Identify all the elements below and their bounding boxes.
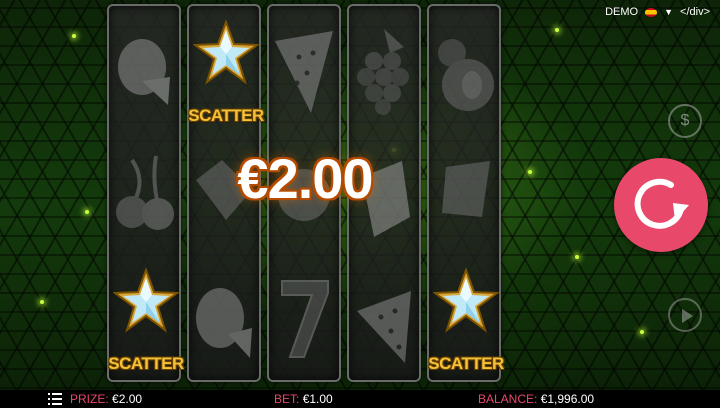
seven-icon bbox=[281, 280, 329, 358]
coin-button[interactable]: $ bbox=[668, 104, 702, 138]
scatter-star-icon bbox=[193, 20, 259, 85]
coin-dollar-icon: $ bbox=[680, 112, 690, 129]
symbol-watermelon bbox=[349, 258, 419, 380]
balance-stat: BALANCE: €1,996.00 bbox=[478, 392, 594, 406]
watermelon-icon bbox=[275, 31, 333, 113]
scatter-star-icon bbox=[433, 268, 499, 333]
prize-label: PRIZE: bbox=[70, 392, 109, 406]
spain-flag-icon[interactable] bbox=[645, 7, 658, 17]
symbol-seven bbox=[269, 258, 339, 380]
bet-stat: BET: €1.00 bbox=[274, 392, 333, 406]
prize-value: €2.00 bbox=[112, 392, 143, 406]
win-amount: €2.00 bbox=[237, 147, 373, 210]
symbol-melon-slice bbox=[189, 258, 259, 380]
scatter-label: SCATTER bbox=[188, 106, 264, 125]
symbol-cherry bbox=[109, 134, 179, 256]
autoplay-button[interactable] bbox=[668, 298, 702, 332]
tag-text: </div> bbox=[680, 6, 710, 18]
symbol-plum bbox=[429, 10, 499, 132]
symbol-grapes bbox=[349, 10, 419, 132]
symbol-grapes bbox=[429, 134, 499, 256]
scatter-label: SCATTER bbox=[108, 354, 184, 373]
plum-icon bbox=[438, 39, 494, 111]
balance-value: €1,996.00 bbox=[540, 392, 595, 406]
symbol-melon-slice bbox=[109, 10, 179, 132]
prize-stat: PRIZE: €2.00 bbox=[70, 392, 142, 406]
spin-button[interactable] bbox=[614, 158, 708, 252]
symbol-watermelon bbox=[269, 10, 339, 132]
demo-label: DEMO bbox=[605, 6, 639, 18]
symbol-scatter[interactable]: SCATTER bbox=[428, 258, 504, 380]
scatter-star-icon bbox=[113, 268, 179, 333]
bet-label: BET: bbox=[274, 392, 300, 406]
bottom-bar: PRIZE: €2.00 BET: €1.00 BALANCE: €1,996.… bbox=[0, 390, 720, 408]
cherry-icon bbox=[116, 155, 174, 230]
grapes-icon bbox=[442, 161, 490, 217]
chevron-down-icon[interactable]: ▼ bbox=[664, 7, 673, 17]
grapes-icon bbox=[357, 29, 409, 115]
bet-value: €1.00 bbox=[302, 392, 333, 406]
top-bar: DEMO ▼ </div> bbox=[599, 0, 720, 24]
spin-arrow-icon bbox=[634, 178, 689, 229]
balance-label: BALANCE: bbox=[478, 392, 538, 406]
reel-1: SCATTER bbox=[107, 4, 184, 382]
symbol-scatter[interactable]: SCATTER bbox=[108, 258, 184, 380]
melon-slice-icon bbox=[118, 39, 170, 105]
reel-5: SCATTER bbox=[427, 4, 504, 382]
menu-list-icon[interactable] bbox=[48, 392, 62, 406]
symbol-scatter[interactable]: SCATTER bbox=[188, 10, 264, 132]
watermelon-icon bbox=[357, 291, 411, 363]
scatter-label: SCATTER bbox=[428, 354, 504, 373]
melon-icon bbox=[196, 288, 252, 358]
